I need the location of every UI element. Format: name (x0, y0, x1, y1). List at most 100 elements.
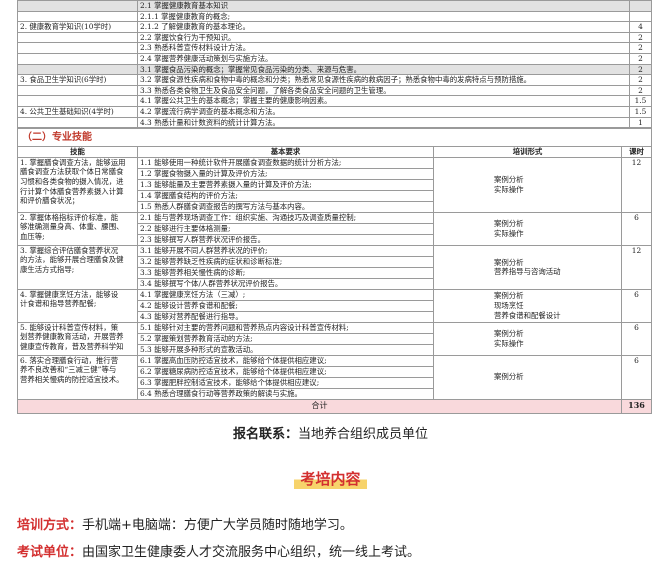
requirement-cell: 3.1 能够开展不同人群营养状况的评价; (137, 244, 434, 257)
skill-line: 血压等; (20, 231, 45, 241)
row-hours: 1.5 (629, 95, 652, 107)
row-detail: 2.4 掌握营养健康活动策划与实施方法。 (137, 52, 630, 65)
table-row: 1. 掌握膳食调查方法，能够运用 膳食调查方法获取个体日常膳食 习惯和各类食物的摄入… (17, 156, 652, 213)
header-form: 培训形式 (433, 146, 622, 158)
row-hours: 2 (629, 74, 652, 86)
row-detail: 2.1.1 掌握健康教育的概念; (137, 10, 630, 23)
form-line: 实际操作 (494, 228, 524, 238)
row-detail: 4.1 掌握公共卫生的基本概念；掌握主要的健康影响因素。 (137, 95, 630, 107)
row-topic (17, 63, 138, 76)
row-hours: 4 (629, 21, 652, 33)
row-hours (629, 0, 652, 12)
table-row: 3.3 熟悉各类食物卫生及食品安全问题，了解各类食品安全问题的卫生管理。 2 (17, 84, 652, 97)
form-line: 营养指导与咨询活动 (494, 267, 561, 277)
skill-line: 膳食调查方法获取个体日常膳食 (20, 167, 124, 177)
table-row: 4.1 掌握公共卫生的基本概念；掌握主要的健康影响因素。 1.5 (17, 95, 652, 107)
form-cell: 案例分析 实际操作 (433, 321, 622, 356)
table-row: 2.4 掌握营养健康活动策划与实施方法。 2 (17, 52, 652, 65)
skill-line: 计食谱和指导营养配餐; (20, 299, 97, 309)
row-hours: 1 (629, 116, 652, 129)
row-topic (17, 95, 138, 107)
form-cell: 案例分析 实际操作 (433, 156, 622, 213)
row-detail: 3.3 熟悉各类食物卫生及食品安全问题，了解各类食品安全问题的卫生管理。 (137, 84, 630, 97)
requirement-cell: 4.2 能够设计营养食谱和配餐; (137, 299, 434, 312)
hours-cell: 6 (621, 321, 652, 356)
training-label: 培训方式： (17, 518, 83, 533)
row-hours (629, 10, 652, 23)
skill-line: 1. 掌握膳食调查方法，能够运用 (20, 157, 126, 167)
requirement-cell: 2.1 能与营养现场调查工作：组织实施、沟通技巧及调查质量控制; (137, 211, 434, 224)
section-banner: 考培内容 (0, 468, 661, 489)
row-topic: 3. 食品卫生学知识(6学时) (17, 74, 138, 86)
hours-cell: 6 (621, 288, 652, 323)
row-hours: 2 (629, 52, 652, 65)
table-row: 4. 公共卫生基础知识(4学时) 4.2 掌握流行病学调查的基本概念和方法。 1.5 (17, 105, 652, 118)
banner-title: 考培内容 (294, 468, 367, 489)
row-topic (17, 52, 138, 65)
skill-cell: 5. 能够设计科普宣传材料，策 划营养健康教育活动，开展营养 健康宣传教育，普及营养… (17, 321, 138, 356)
requirement-cell: 1.3 能够能量及主要营养素摄入量的计算及评价方法; (137, 178, 434, 191)
requirement-cell: 3.4 能够撰写个体/人群营养状况评价报告。 (137, 277, 434, 290)
training-value: 手机端+电脑端：方便广大学员随时随地学习。 (82, 518, 353, 533)
row-topic (17, 84, 138, 97)
skills-table: （二）专业技能 技能 基本要求 培训形式 课时 1. 掌握膳食调查方法，能够运用… (17, 128, 652, 414)
exam-line: 考试单位：由国家卫生健康委人才交流服务中心组织，统一线上考试。 (17, 541, 661, 560)
skill-line: 4. 掌握健康烹饪方法，能够设 (20, 289, 119, 299)
requirement-cell: 3.3 能够营养相关慢性病的诊断; (137, 266, 434, 279)
form-line: 案例分析 (494, 257, 524, 267)
row-hours: 1.5 (629, 105, 652, 118)
skill-cell: 4. 掌握健康烹饪方法，能够设 计食谱和指导营养配餐; (17, 288, 138, 323)
skill-line: 习惯和各类食物的摄入情况，进 (20, 176, 124, 186)
requirement-cell: 4.1 掌握健康烹饪方法（三减）; (137, 288, 434, 301)
requirement-cell: 5.1 能够针对主要的营养问题和营养热点内容设计科普宣传材料; (137, 321, 434, 334)
skill-line: 6. 落实合理膳食行动，推行营 (20, 355, 119, 365)
requirement-cell: 6.1 掌握高血压防控适宜技术，能够给个体提供相应建议; (137, 354, 434, 367)
row-detail: 2.1 掌握健康教育基本知识 (137, 0, 630, 12)
skill-line: 养不良改善和“三减三健”等与 (20, 365, 117, 375)
requirement-cell: 1.1 能够使用一种统计软件开展膳食调查数据的统计分析方法; (137, 156, 434, 169)
table-row: 3. 掌握综合评估膳食营养状况 的方法，能够开展合理膳食及健 康生活方式指导; 3.1… (17, 244, 652, 290)
skill-cell: 1. 掌握膳食调查方法，能够运用 膳食调查方法获取个体日常膳食 习惯和各类食物的摄入… (17, 156, 138, 213)
section-title: （二）专业技能 (17, 128, 652, 148)
requirement-cell: 2.2 能够进行主要体格测量; (137, 222, 434, 235)
form-line: 实际操作 (494, 184, 524, 194)
form-line: 案例分析 (494, 291, 524, 301)
row-topic (17, 116, 138, 129)
registration-line: 报名联系：当地养合组织成员单位 (0, 423, 661, 442)
header-skill: 技能 (17, 146, 138, 158)
row-detail: 3.1 掌握食品污染的概念；掌握常见食品污染的分类、来源与危害。 (137, 63, 630, 76)
row-topic (17, 31, 138, 44)
skill-cell: 6. 落实合理膳食行动，推行营 养不良改善和“三减三健”等与 营养相关慢病的防控适宜… (17, 354, 138, 400)
knowledge-table: 2.1 掌握健康教育基本知识 2.1.1 掌握健康教育的概念; 2. 健康教育学知识… (17, 0, 652, 129)
requirement-cell: 1.2 掌握食物摄入量的计算及评价方法; (137, 167, 434, 180)
row-topic (17, 10, 138, 23)
skill-line: 够准确测量身高、体重、腰围、 (20, 222, 124, 232)
requirement-cell: 1.5 熟悉人群膳食调查报告的撰写方法与基本内容。 (137, 200, 434, 213)
row-detail: 4.3 熟悉计量和计数资料的统计计算方法。 (137, 116, 630, 129)
header-req: 基本要求 (137, 146, 434, 158)
requirement-cell: 6.2 掌握糖尿病防控适宜技术，能够给个体提供相应建议; (137, 365, 434, 378)
total-label: 合计 (17, 398, 622, 414)
row-topic: 2. 健康教育学知识(10学时) (17, 21, 138, 33)
form-cell: 案例分析 营养指导与咨询活动 (433, 244, 622, 290)
table-row: 4.3 熟悉计量和计数资料的统计计算方法。 1 (17, 116, 652, 129)
table-row: 3.1 掌握食品污染的概念；掌握常见食品污染的分类、来源与危害。 2 (17, 63, 652, 76)
row-hours: 2 (629, 42, 652, 54)
requirement-cell: 1.4 掌握膳食结构的评价方法; (137, 189, 434, 202)
skill-line: 3. 掌握综合评估膳食营养状况 (20, 245, 119, 255)
skill-line: 划营养健康教育活动，开展营养 (20, 332, 124, 342)
table-row: 5. 能够设计科普宣传材料，策 划营养健康教育活动，开展营养 健康宣传教育，普及营养… (17, 321, 652, 356)
row-detail: 4.2 掌握流行病学调查的基本概念和方法。 (137, 105, 630, 118)
skill-line: 2. 掌握体格指标评价标准，能 (20, 212, 119, 222)
requirement-cell: 5.3 能够开展多种形式的宣教活动。 (137, 343, 434, 356)
skill-cell: 2. 掌握体格指标评价标准，能 够准确测量身高、体重、腰围、 血压等; (17, 211, 138, 246)
skill-line: 营养相关慢病的防控适宜技术。 (20, 374, 124, 384)
skill-cell: 3. 掌握综合评估膳食营养状况 的方法，能够开展合理膳食及健 康生活方式指导; (17, 244, 138, 290)
exam-value: 由国家卫生健康委人才交流服务中心组织，统一线上考试。 (82, 545, 421, 560)
table-header: 技能 基本要求 培训形式 课时 (17, 146, 652, 158)
table-row: 2.1 掌握健康教育基本知识 (17, 0, 652, 12)
row-topic (17, 42, 138, 54)
header-hours: 课时 (621, 146, 652, 158)
table-row: 2.1.1 掌握健康教育的概念; (17, 10, 652, 23)
row-hours: 2 (629, 63, 652, 76)
